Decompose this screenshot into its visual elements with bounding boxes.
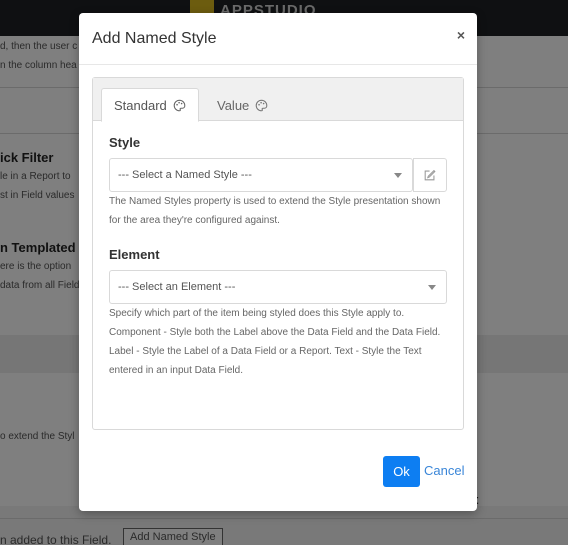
palette-icon	[256, 99, 268, 111]
chevron-down-icon	[428, 285, 436, 290]
add-named-style-dialog: Add Named Style × Standard Value Style -…	[79, 13, 477, 511]
select-placeholder: --- Select a Named Style ---	[118, 169, 252, 181]
palette-icon	[173, 99, 186, 111]
element-label: Element	[109, 247, 160, 262]
ok-button[interactable]: Ok	[383, 456, 420, 487]
modal-header: Add Named Style ×	[79, 13, 477, 65]
close-button[interactable]: ×	[457, 26, 465, 44]
element-help-text: Specify which part of the item being sty…	[109, 308, 441, 376]
style-help-text: The Named Styles property is used to ext…	[109, 196, 441, 226]
tab-standard[interactable]: Standard	[101, 88, 199, 122]
chevron-down-icon	[394, 173, 402, 178]
edit-icon	[424, 169, 436, 181]
style-card: Standard Value Style --- Select a Named …	[92, 77, 464, 430]
tab-bar: Standard Value	[93, 78, 463, 122]
select-placeholder: --- Select an Element ---	[118, 281, 236, 293]
tab-label: Standard	[114, 97, 167, 113]
tab-label: Value	[217, 97, 250, 113]
modal-title: Add Named Style	[92, 30, 217, 47]
style-label: Style	[109, 135, 141, 150]
element-select[interactable]: --- Select an Element ---	[109, 270, 447, 304]
cancel-link[interactable]: Cancel	[424, 463, 464, 478]
edit-style-button[interactable]	[413, 158, 447, 192]
named-style-select[interactable]: --- Select a Named Style ---	[109, 158, 413, 192]
tab-value[interactable]: Value	[205, 88, 280, 122]
